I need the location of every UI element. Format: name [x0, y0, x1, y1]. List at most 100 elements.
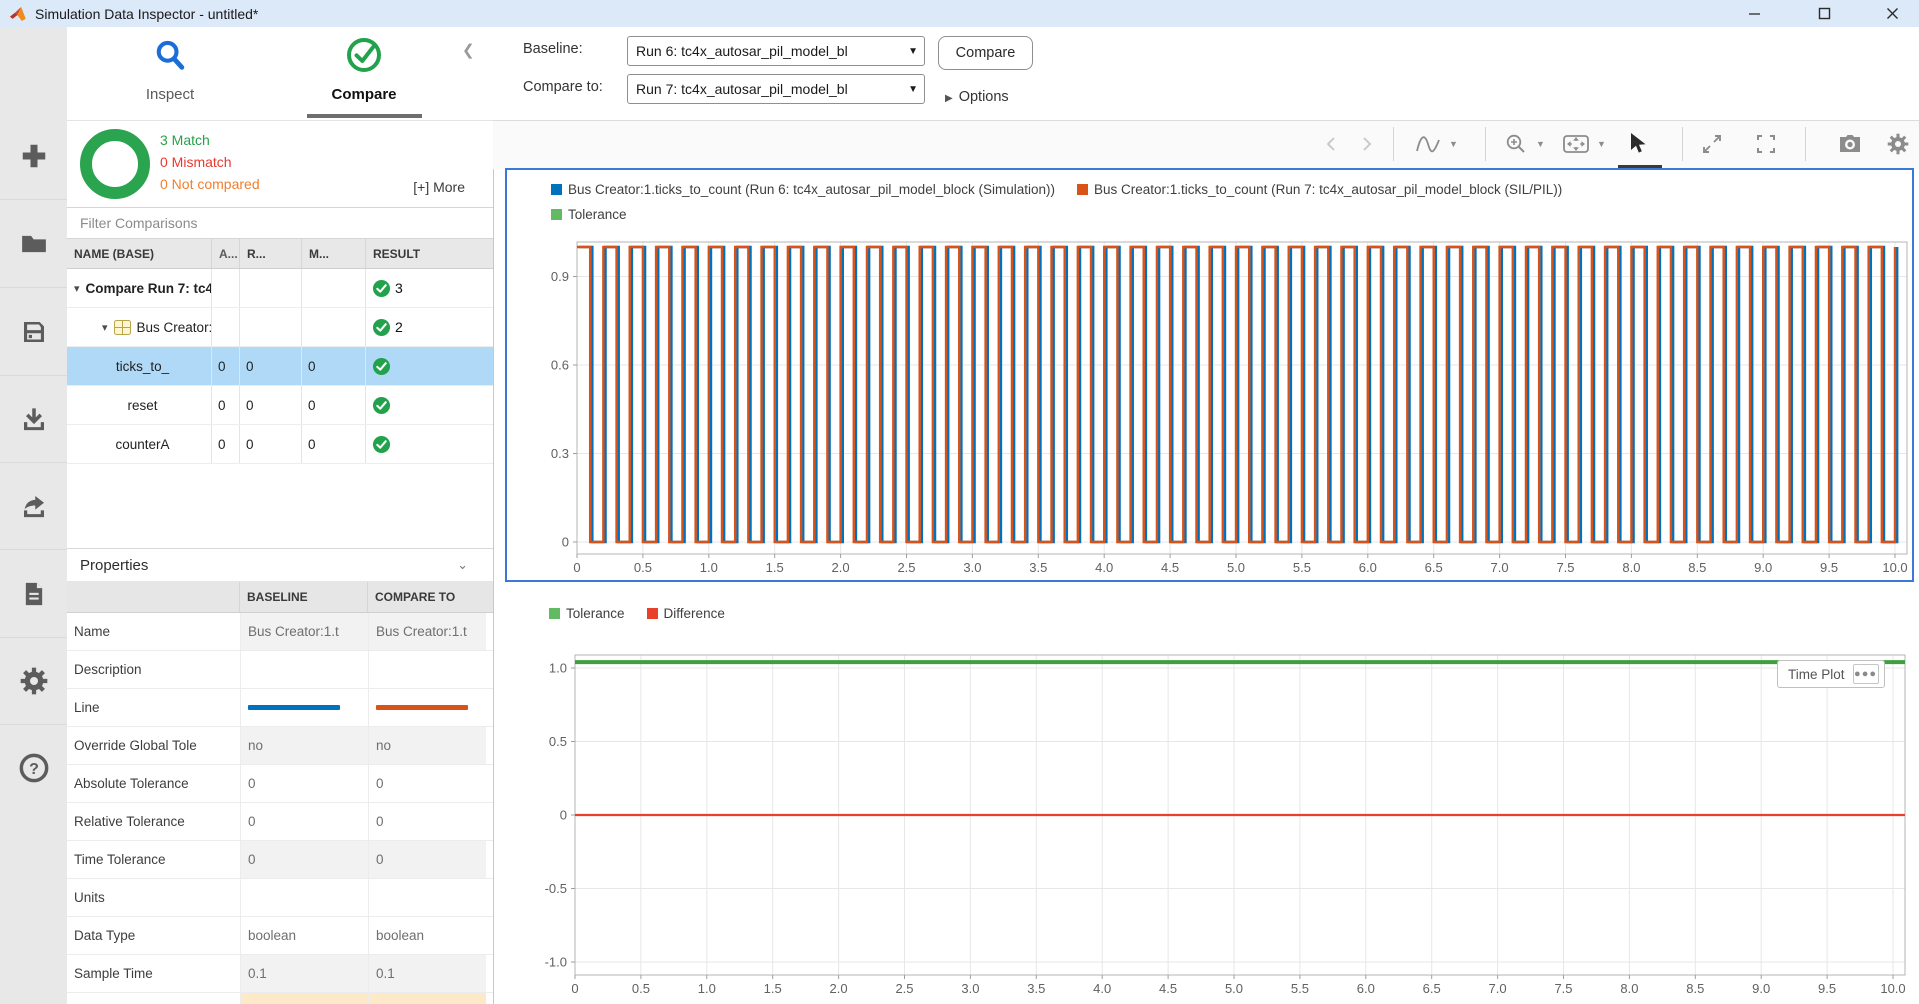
save-icon[interactable]	[0, 288, 67, 376]
baseline-dropdown[interactable]: Run 6: tc4x_autosar_pil_model_bl ▼	[627, 36, 925, 66]
pass-check-icon	[372, 357, 391, 376]
prev-arrow-icon[interactable]	[1315, 127, 1349, 161]
minimize-button[interactable]	[1731, 0, 1777, 27]
tab-compare[interactable]: Compare	[289, 35, 439, 103]
plus-icon[interactable]	[0, 112, 67, 200]
tolerance-value-cell: 0	[212, 425, 240, 463]
options-toggle[interactable]: ▶Options	[945, 89, 1009, 105]
compare-to-dropdown[interactable]: Run 7: tc4x_autosar_pil_model_bl ▼	[627, 74, 925, 104]
property-row[interactable]: Units	[67, 879, 493, 917]
property-label: Absolute Tolerance	[67, 765, 240, 802]
signal-name-label: Compare Run 7: tc4x_autosar_p	[86, 281, 212, 296]
signal-trace-icon[interactable]	[1411, 127, 1445, 161]
legend-swatch-difference	[647, 608, 658, 619]
properties-header[interactable]: Properties ⌄	[67, 548, 493, 582]
report-icon[interactable]	[0, 550, 67, 638]
more-link[interactable]: [+] More	[413, 179, 465, 195]
filter-comparisons-input[interactable]	[67, 208, 493, 238]
property-row[interactable]: RunRun 6: tc4x_auRun 7: tc4x_au	[67, 993, 493, 1004]
snapshot-camera-icon[interactable]	[1833, 127, 1867, 161]
export-icon[interactable]	[0, 462, 67, 550]
table-row[interactable]: ticks_to_000	[67, 347, 493, 386]
gear-icon[interactable]	[1881, 127, 1915, 161]
pointer-cursor-icon[interactable]	[1621, 127, 1655, 161]
svg-text:10.0: 10.0	[1880, 981, 1905, 996]
import-icon[interactable]	[0, 375, 67, 463]
tolerance-value-cell	[212, 269, 240, 307]
match-donut-chart	[80, 129, 150, 199]
property-value-compareto: 0	[368, 841, 486, 878]
table-row[interactable]: counterA000	[67, 425, 493, 464]
close-button[interactable]	[1869, 0, 1915, 27]
property-value-compareto: Bus Creator:1.t	[368, 613, 486, 650]
legend-difference-label[interactable]: Difference	[664, 606, 725, 621]
svg-text:-1.0: -1.0	[545, 955, 567, 970]
properties-column-baseline: BASELINE	[240, 582, 368, 612]
property-label: Data Type	[67, 917, 240, 954]
expander-arrow-icon[interactable]: ▾	[74, 282, 80, 295]
expander-arrow-icon[interactable]: ▾	[102, 321, 108, 334]
table-row[interactable]: ▾Bus Creator:12	[67, 308, 493, 347]
property-row[interactable]: Relative Tolerance00	[67, 803, 493, 841]
property-label: Description	[67, 651, 240, 688]
svg-text:3.5: 3.5	[1029, 560, 1047, 575]
property-row[interactable]: NameBus Creator:1.tBus Creator:1.t	[67, 613, 493, 651]
property-value-compareto: 0	[368, 803, 486, 840]
property-row[interactable]: Time Tolerance00	[67, 841, 493, 879]
open-folder-icon[interactable]	[0, 200, 67, 288]
dropdown-caret-icon[interactable]: ▼	[1536, 139, 1545, 149]
difference-plot-panel[interactable]: Tolerance Difference 00.51.01.52.02.53.0…	[505, 598, 1919, 1004]
svg-text:1.5: 1.5	[766, 560, 784, 575]
comparison-plot-panel[interactable]: Bus Creator:1.ticks_to_count (Run 6: tc4…	[505, 168, 1914, 582]
column-rel-tol[interactable]: R...	[240, 239, 302, 268]
zoom-in-icon[interactable]	[1499, 127, 1533, 161]
time-plot-badge[interactable]: Time Plot ●●●	[1777, 660, 1885, 688]
property-row[interactable]: Sample Time0.10.1	[67, 955, 493, 993]
tolerance-value-cell: 0	[302, 347, 366, 385]
next-arrow-icon[interactable]	[1349, 127, 1383, 161]
check-circle-icon	[344, 62, 384, 79]
legend-tolerance-label[interactable]: Tolerance	[566, 606, 625, 621]
gear-icon[interactable]	[0, 637, 67, 725]
baseline-dropdown-value: Run 6: tc4x_autosar_pil_model_bl	[628, 43, 908, 59]
column-result[interactable]: RESULT	[366, 239, 493, 268]
expand-icon[interactable]	[1695, 127, 1729, 161]
fullscreen-icon[interactable]	[1749, 127, 1783, 161]
table-row[interactable]: ▾Compare Run 7: tc4x_autosar_p3	[67, 269, 493, 308]
dropdown-caret-icon[interactable]: ▼	[1449, 139, 1458, 149]
dropdown-caret-icon[interactable]: ▼	[1597, 139, 1606, 149]
table-row[interactable]: reset000	[67, 386, 493, 425]
property-value-baseline: 0.1	[240, 955, 368, 992]
column-name-base[interactable]: NAME (BASE)	[67, 239, 212, 268]
difference-plot[interactable]: 00.51.01.52.02.53.03.54.04.55.05.56.06.5…	[505, 628, 1919, 1004]
svg-text:0: 0	[573, 560, 580, 575]
svg-text:8.0: 8.0	[1620, 981, 1638, 996]
pass-check-icon	[372, 279, 391, 298]
column-abs-tol[interactable]: A...	[212, 239, 240, 268]
property-row[interactable]: Absolute Tolerance00	[67, 765, 493, 803]
more-options-dots-icon[interactable]: ●●●	[1853, 664, 1879, 684]
property-row[interactable]: Data Typebooleanboolean	[67, 917, 493, 955]
chevron-down-icon[interactable]: ⌄	[457, 557, 468, 573]
tab-inspect[interactable]: Inspect	[95, 35, 245, 103]
property-value-baseline: Bus Creator:1.t	[240, 613, 368, 650]
svg-text:4.0: 4.0	[1093, 981, 1111, 996]
column-max-diff[interactable]: M...	[302, 239, 366, 268]
property-row[interactable]: Line	[67, 689, 493, 727]
svg-text:0.5: 0.5	[549, 734, 567, 749]
property-value-compareto: Run 7: tc4x_au	[368, 993, 486, 1004]
property-value-baseline: boolean	[240, 917, 368, 954]
svg-text:0.3: 0.3	[551, 446, 569, 461]
property-row[interactable]: Description	[67, 651, 493, 689]
baseline-compare-plot[interactable]: 00.51.01.52.02.53.03.54.04.55.05.56.06.5…	[507, 170, 1912, 580]
compare-button[interactable]: Compare	[938, 36, 1033, 70]
property-row[interactable]: Override Global Tolenono	[67, 727, 493, 765]
svg-text:2.0: 2.0	[830, 981, 848, 996]
property-value-baseline: 0	[240, 765, 368, 802]
maximize-button[interactable]	[1801, 0, 1847, 27]
pan-icon[interactable]	[1559, 127, 1593, 161]
collapse-panel-icon[interactable]: ❮	[462, 41, 475, 59]
time-plot-label: Time Plot	[1788, 667, 1845, 682]
search-icon	[151, 62, 189, 79]
help-icon[interactable]: ?	[0, 724, 67, 811]
